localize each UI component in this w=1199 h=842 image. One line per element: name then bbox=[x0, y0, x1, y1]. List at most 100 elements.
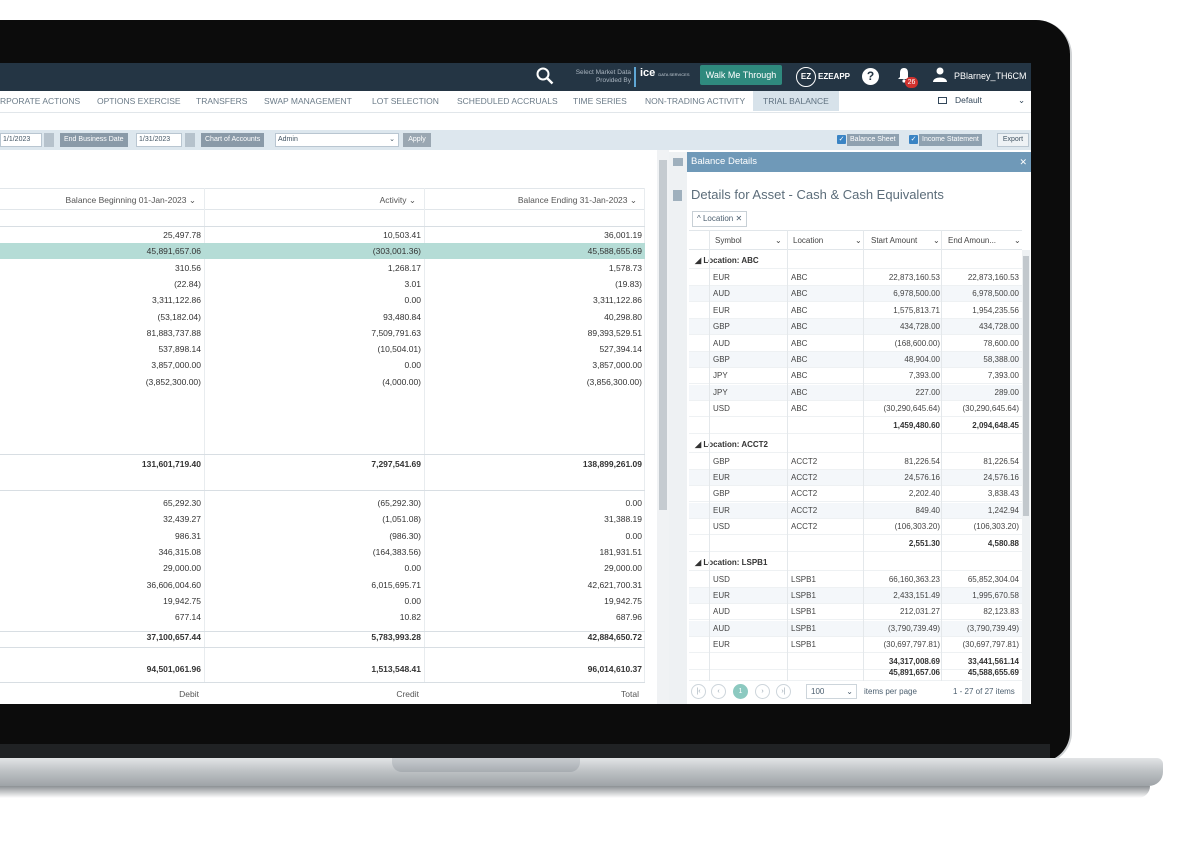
tab-corporate-actions[interactable]: RPORATE ACTIONS bbox=[0, 91, 80, 111]
details-row[interactable]: AUD ABC (168,600.00) 78,600.00 bbox=[689, 336, 1022, 352]
details-row[interactable]: AUD LSPB1 (3,790,739.49) (3,790,739.49) bbox=[689, 620, 1022, 637]
table-row[interactable]: 65,292.30 (65,292.30) 0.00 bbox=[0, 495, 645, 511]
layout-select[interactable]: Default ⌄ bbox=[938, 95, 1025, 105]
details-row[interactable]: EUR ACCT2 849.40 1,242.94 bbox=[689, 502, 1022, 519]
details-cell: 289.00 bbox=[994, 387, 1019, 397]
page-size-select[interactable]: 100 ⌄ bbox=[806, 684, 857, 699]
details-row[interactable]: AUD LSPB1 212,031.27 82,123.83 bbox=[689, 604, 1022, 621]
balance-ending-header[interactable]: Balance Ending 31-Jan-2023 ⌄ bbox=[426, 195, 637, 206]
group-row[interactable]: ◢ Location: ABC bbox=[689, 253, 1022, 269]
tab-non-trading-activity[interactable]: NON-TRADING ACTIVITY bbox=[645, 91, 745, 111]
details-row[interactable]: GBP ACCT2 81,226.54 81,226.54 bbox=[689, 454, 1022, 470]
scrollbar-thumb[interactable] bbox=[659, 160, 667, 510]
income-statement-checkbox[interactable]: ✓ bbox=[909, 135, 918, 144]
export-button[interactable]: Export bbox=[997, 133, 1029, 147]
table-row[interactable]: 346,315.08 (164,383.56) 181,931.51 bbox=[0, 544, 645, 560]
user-icon[interactable] bbox=[933, 67, 947, 85]
details-row[interactable]: GBP ABC 48,904.00 58,388.00 bbox=[689, 352, 1022, 368]
details-row[interactable]: EUR LSPB1 2,433,151.49 1,995,670.58 bbox=[689, 588, 1022, 604]
group-by-location-chip[interactable]: ^ Location ✕ bbox=[692, 211, 748, 227]
expand-icon[interactable]: ◢ bbox=[695, 440, 701, 449]
details-row[interactable]: EUR LSPB1 (30,697,797.81) (30,697,797.81) bbox=[689, 637, 1022, 654]
total-row[interactable]: 131,601,719.40 7,297,541.69 138,899,261.09 bbox=[0, 456, 645, 472]
table-row[interactable]: 310.56 1,268.17 1,578.73 bbox=[0, 260, 645, 276]
apply-button[interactable]: Apply bbox=[403, 133, 431, 147]
table-row[interactable]: 25,497.78 10,503.41 36,001.19 bbox=[0, 227, 645, 243]
table-row[interactable]: 19,942.75 0.00 19,942.75 bbox=[0, 593, 645, 609]
remove-chip-icon[interactable]: ✕ bbox=[735, 214, 742, 223]
search-icon[interactable] bbox=[536, 67, 556, 87]
group-row[interactable]: ◢ Location: LSPB1 bbox=[689, 554, 1022, 571]
table-row[interactable]: 3,857,000.00 0.00 3,857,000.00 bbox=[0, 357, 645, 373]
tab-trial-balance[interactable]: TRIAL BALANCE bbox=[753, 91, 839, 111]
table-row[interactable]: 32,439.27 (1,051.08) 31,388.19 bbox=[0, 511, 645, 527]
table-row[interactable]: 537,898.14 (10,504.01) 527,394.14 bbox=[0, 341, 645, 357]
document-icon bbox=[673, 190, 682, 201]
expand-icon[interactable]: ◢ bbox=[695, 558, 701, 567]
last-page-button[interactable]: ›| bbox=[776, 684, 791, 699]
walk-me-through-button[interactable]: Walk Me Through bbox=[700, 65, 782, 85]
details-row[interactable]: JPY ABC 7,393.00 7,393.00 bbox=[689, 368, 1022, 385]
calendar-icon[interactable] bbox=[44, 133, 54, 147]
first-page-button[interactable]: |‹ bbox=[691, 684, 706, 699]
subtotal-row[interactable]: 2,551.30 4,580.88 bbox=[689, 536, 1022, 552]
close-icon[interactable]: ✕ bbox=[1019, 152, 1027, 172]
balance-sheet-checkbox[interactable]: ✓ bbox=[837, 135, 846, 144]
prev-page-button[interactable]: ‹ bbox=[711, 684, 726, 699]
end-date-input[interactable]: 1/31/2023 bbox=[136, 133, 182, 147]
location-column-header[interactable]: Location ⌄ bbox=[793, 236, 862, 245]
grand-total-row[interactable]: 94,501,061.96 1,513,548.41 96,014,610.37 bbox=[0, 661, 645, 677]
table-row[interactable]: 81,883,737.88 7,509,791.63 89,393,529.51 bbox=[0, 325, 645, 341]
expand-icon[interactable]: ◢ bbox=[695, 256, 701, 265]
details-row[interactable]: GBP ABC 434,728.00 434,728.00 bbox=[689, 319, 1022, 336]
calendar-icon[interactable] bbox=[185, 133, 195, 147]
help-icon[interactable]: ? bbox=[862, 68, 879, 85]
table-row[interactable]: (53,182.04) 93,480.84 40,298.80 bbox=[0, 309, 645, 325]
tab-swap-management[interactable]: SWAP MANAGEMENT bbox=[264, 91, 352, 111]
details-row[interactable]: GBP ACCT2 2,202.40 3,838.43 bbox=[689, 486, 1022, 503]
user-name[interactable]: PBlarney_TH6CM bbox=[954, 71, 1027, 81]
table-row[interactable]: 36,606,004.60 6,015,695.71 42,621,700.31 bbox=[0, 577, 645, 593]
details-row[interactable]: JPY ABC 227.00 289.00 bbox=[689, 384, 1022, 401]
details-row[interactable]: EUR ABC 1,575,813.71 1,954,235.56 bbox=[689, 303, 1022, 319]
details-scrollbar[interactable] bbox=[1022, 250, 1030, 704]
details-row[interactable]: USD ACCT2 (106,303.20) (106,303.20) bbox=[689, 519, 1022, 536]
tab-time-series[interactable]: TIME SERIES bbox=[573, 91, 627, 111]
symbol-column-header[interactable]: Symbol ⌄ bbox=[715, 236, 782, 245]
collapse-icon[interactable] bbox=[673, 158, 683, 166]
subtotal-row[interactable]: 1,459,480.60 2,094,648.45 bbox=[689, 418, 1022, 434]
chart-of-accounts-select[interactable]: Admin ⌄ bbox=[275, 133, 399, 147]
table-row[interactable]: (22.84) 3.01 (19.83) bbox=[0, 276, 645, 292]
total-row[interactable]: 37,100,657.44 5,783,993.28 42,884,650.72 bbox=[0, 629, 645, 645]
table-row[interactable]: 29,000.00 0.00 29,000.00 bbox=[0, 560, 645, 576]
tab-options-exercise[interactable]: OPTIONS EXERCISE bbox=[97, 91, 181, 111]
start-amount-column-header[interactable]: Start Amount ⌄ bbox=[871, 236, 940, 245]
details-header: Symbol ⌄ Location ⌄ Start Amount ⌄ End Amou… bbox=[689, 230, 1022, 250]
end-amount-column-header[interactable]: End Amoun... ⌄ bbox=[948, 236, 1021, 245]
details-row[interactable]: EUR ACCT2 24,576.16 24,576.16 bbox=[689, 470, 1022, 486]
next-page-button[interactable]: › bbox=[755, 684, 770, 699]
page-button[interactable]: 1 bbox=[733, 684, 748, 699]
balance-beginning-header[interactable]: Balance Beginning 01-Jan-2023 ⌄ bbox=[0, 195, 196, 206]
grid-cell: 687.96 bbox=[616, 612, 642, 623]
start-date-input[interactable]: 1/1/2023 bbox=[0, 133, 42, 147]
table-row[interactable]: 45,891,657.06 (303,001.36) 45,588,655.69 bbox=[0, 243, 645, 260]
eze-app-button[interactable]: EZ EZEAPP bbox=[796, 66, 850, 88]
table-row[interactable]: 986.31 (986.30) 0.00 bbox=[0, 528, 645, 544]
table-row[interactable]: 677.14 10.82 687.96 bbox=[0, 609, 645, 625]
table-row[interactable]: (3,852,300.00) (4,000.00) (3,856,300.00) bbox=[0, 374, 645, 390]
table-row[interactable]: 3,311,122.86 0.00 3,311,122.86 bbox=[0, 292, 645, 308]
group-row[interactable]: ◢ Location: ACCT2 bbox=[689, 436, 1022, 453]
details-row[interactable]: USD LSPB1 66,160,363.23 65,852,304.04 bbox=[689, 572, 1022, 588]
grid-scrollbar[interactable] bbox=[657, 150, 669, 704]
scrollbar-thumb[interactable] bbox=[1023, 256, 1029, 516]
details-row[interactable]: AUD ABC 6,978,500.00 6,978,500.00 bbox=[689, 286, 1022, 303]
details-row[interactable]: USD ABC (30,290,645.64) (30,290,645.64) bbox=[689, 401, 1022, 418]
activity-header[interactable]: Activity ⌄ bbox=[206, 195, 416, 206]
details-row[interactable]: EUR ABC 22,873,160.53 22,873,160.53 bbox=[689, 270, 1022, 286]
tab-scheduled-accruals[interactable]: SCHEDULED ACCRUALS bbox=[457, 91, 558, 111]
tab-lot-selection[interactable]: LOT SELECTION bbox=[372, 91, 439, 111]
details-cell: GBP bbox=[713, 489, 730, 499]
grand-total-row[interactable]: 45,891,657.06 45,588,655.69 bbox=[689, 665, 1022, 681]
tab-transfers[interactable]: TRANSFERS bbox=[196, 91, 247, 111]
